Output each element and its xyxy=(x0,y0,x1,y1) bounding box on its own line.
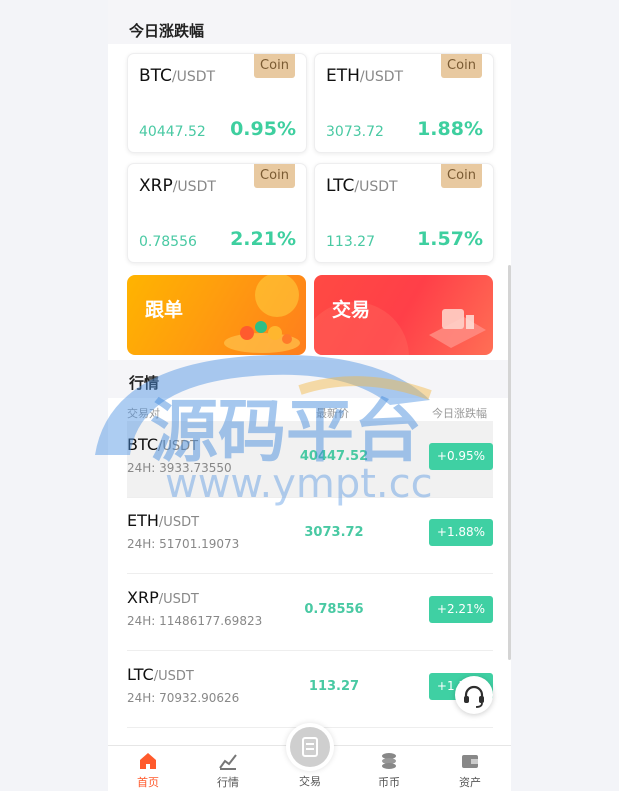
tab-market-label: 行情 xyxy=(217,776,239,789)
card-pct: 1.88% xyxy=(417,118,483,140)
section-title-daily: 今日涨跌幅 xyxy=(129,22,205,40)
card-base: LTC xyxy=(326,176,355,196)
row-change-badge[interactable]: +1.88% xyxy=(429,519,493,546)
card-base: XRP xyxy=(139,176,173,196)
coin-badge: Coin xyxy=(254,164,295,188)
tab-home[interactable]: 首页 xyxy=(108,746,188,791)
market-row-xrp[interactable]: XRP/USDT 24H: 11486177.69823 0.78556 +2.… xyxy=(127,574,493,651)
row-quote: /USDT xyxy=(158,592,199,607)
card-base: BTC xyxy=(139,66,172,86)
assets-wallet-icon xyxy=(462,755,478,768)
tab-trade-label: 交易 xyxy=(299,775,321,788)
row-symbol: BTC/USDT xyxy=(127,435,198,454)
scrollbar[interactable] xyxy=(508,265,511,660)
tab-home-label: 首页 xyxy=(137,776,159,789)
customer-support-button[interactable] xyxy=(455,676,493,714)
tab-market[interactable]: 行情 xyxy=(188,746,268,791)
coin-badge: Coin xyxy=(254,54,295,78)
card-price: 40447.52 xyxy=(139,124,206,140)
coins-icon xyxy=(382,753,396,769)
row-base: LTC xyxy=(127,665,154,684)
coin-card-ltc[interactable]: LTC/USDT Coin 113.27 1.57% xyxy=(314,163,494,263)
row-base: ETH xyxy=(127,511,159,530)
row-symbol: XRP/USDT xyxy=(127,588,199,607)
tab-assets-label: 资产 xyxy=(459,776,481,789)
card-pair: ETH/USDT xyxy=(326,66,403,86)
card-price: 113.27 xyxy=(326,234,375,250)
row-last-price: 3073.72 xyxy=(304,525,364,540)
coin-card-xrp[interactable]: XRP/USDT Coin 0.78556 2.21% xyxy=(127,163,307,263)
coin-badge: Coin xyxy=(441,164,482,188)
row-volume: 24H: 3933.73550 xyxy=(127,461,232,475)
follow-banner[interactable]: 跟单 xyxy=(127,275,306,355)
row-volume: 24H: 11486177.69823 xyxy=(127,614,263,628)
trade-banner-label: 交易 xyxy=(332,299,371,321)
row-last-price: 0.78556 xyxy=(304,602,364,617)
card-quote: /USDT xyxy=(172,179,216,195)
tab-coins[interactable]: 币币 xyxy=(349,746,429,791)
card-price: 3073.72 xyxy=(326,124,384,140)
header-daily-change: 今日涨跌幅 xyxy=(432,407,487,420)
row-symbol: ETH/USDT xyxy=(127,511,199,530)
market-section-header: 行情 xyxy=(108,360,511,398)
market-row-btc[interactable]: BTC/USDT 24H: 3933.73550 40447.52 +0.95% xyxy=(127,421,493,498)
card-price: 0.78556 xyxy=(139,234,197,250)
row-base: BTC xyxy=(127,435,158,454)
trade-wallet-icon xyxy=(302,737,318,757)
card-quote: /USDT xyxy=(171,69,216,85)
row-quote: /USDT xyxy=(153,669,194,684)
card-base: ETH xyxy=(326,66,360,86)
market-row-ltc[interactable]: LTC/USDT 24H: 70932.90626 113.27 +1.57% xyxy=(127,651,493,728)
card-pct: 2.21% xyxy=(230,228,296,250)
coin-card-eth[interactable]: ETH/USDT Coin 3073.72 1.88% xyxy=(314,53,494,153)
trade-banner[interactable]: 交易 xyxy=(314,275,493,355)
market-chart-icon xyxy=(219,754,237,770)
card-pct: 0.95% xyxy=(230,118,296,140)
row-quote: /USDT xyxy=(157,439,199,454)
row-change-badge[interactable]: +2.21% xyxy=(429,596,493,623)
row-last-price: 113.27 xyxy=(308,679,360,694)
coin-badge: Coin xyxy=(441,54,482,78)
card-quote: /USDT xyxy=(354,179,398,195)
coin-card-btc[interactable]: BTC/USDT Coin 40447.52 0.95% xyxy=(127,53,307,153)
headset-icon xyxy=(464,685,484,708)
section-title-market: 行情 xyxy=(129,374,160,392)
header-pair: 交易对 xyxy=(127,407,160,420)
card-quote: /USDT xyxy=(359,69,404,85)
app-screen: 今日涨跌幅 BTC/USDT Coin 40447.52 0.95% ETH/U… xyxy=(108,0,511,791)
card-pct: 1.57% xyxy=(417,228,483,250)
trade-button-circle xyxy=(290,727,330,767)
market-row-eth[interactable]: ETH/USDT 24H: 51701.19073 3073.72 +1.88% xyxy=(127,497,493,574)
daily-change-section-header: 今日涨跌幅 xyxy=(108,10,511,44)
top-band xyxy=(108,0,511,10)
card-pair: LTC/USDT xyxy=(326,176,398,196)
header-last-price: 最新价 xyxy=(316,407,349,420)
tab-trade-button[interactable] xyxy=(286,723,334,771)
row-last-price: 40447.52 xyxy=(299,449,369,464)
tab-coins-label: 币币 xyxy=(378,776,400,789)
row-volume: 24H: 70932.90626 xyxy=(127,691,240,705)
follow-banner-label: 跟单 xyxy=(145,299,184,321)
card-pair: BTC/USDT xyxy=(139,66,215,86)
row-quote: /USDT xyxy=(158,515,200,530)
tab-assets[interactable]: 资产 xyxy=(430,746,510,791)
home-icon xyxy=(140,753,156,769)
row-volume: 24H: 51701.19073 xyxy=(127,537,240,551)
row-change-badge[interactable]: +0.95% xyxy=(429,443,493,470)
card-pair: XRP/USDT xyxy=(139,176,216,196)
row-base: XRP xyxy=(127,588,159,607)
row-symbol: LTC/USDT xyxy=(127,665,194,684)
